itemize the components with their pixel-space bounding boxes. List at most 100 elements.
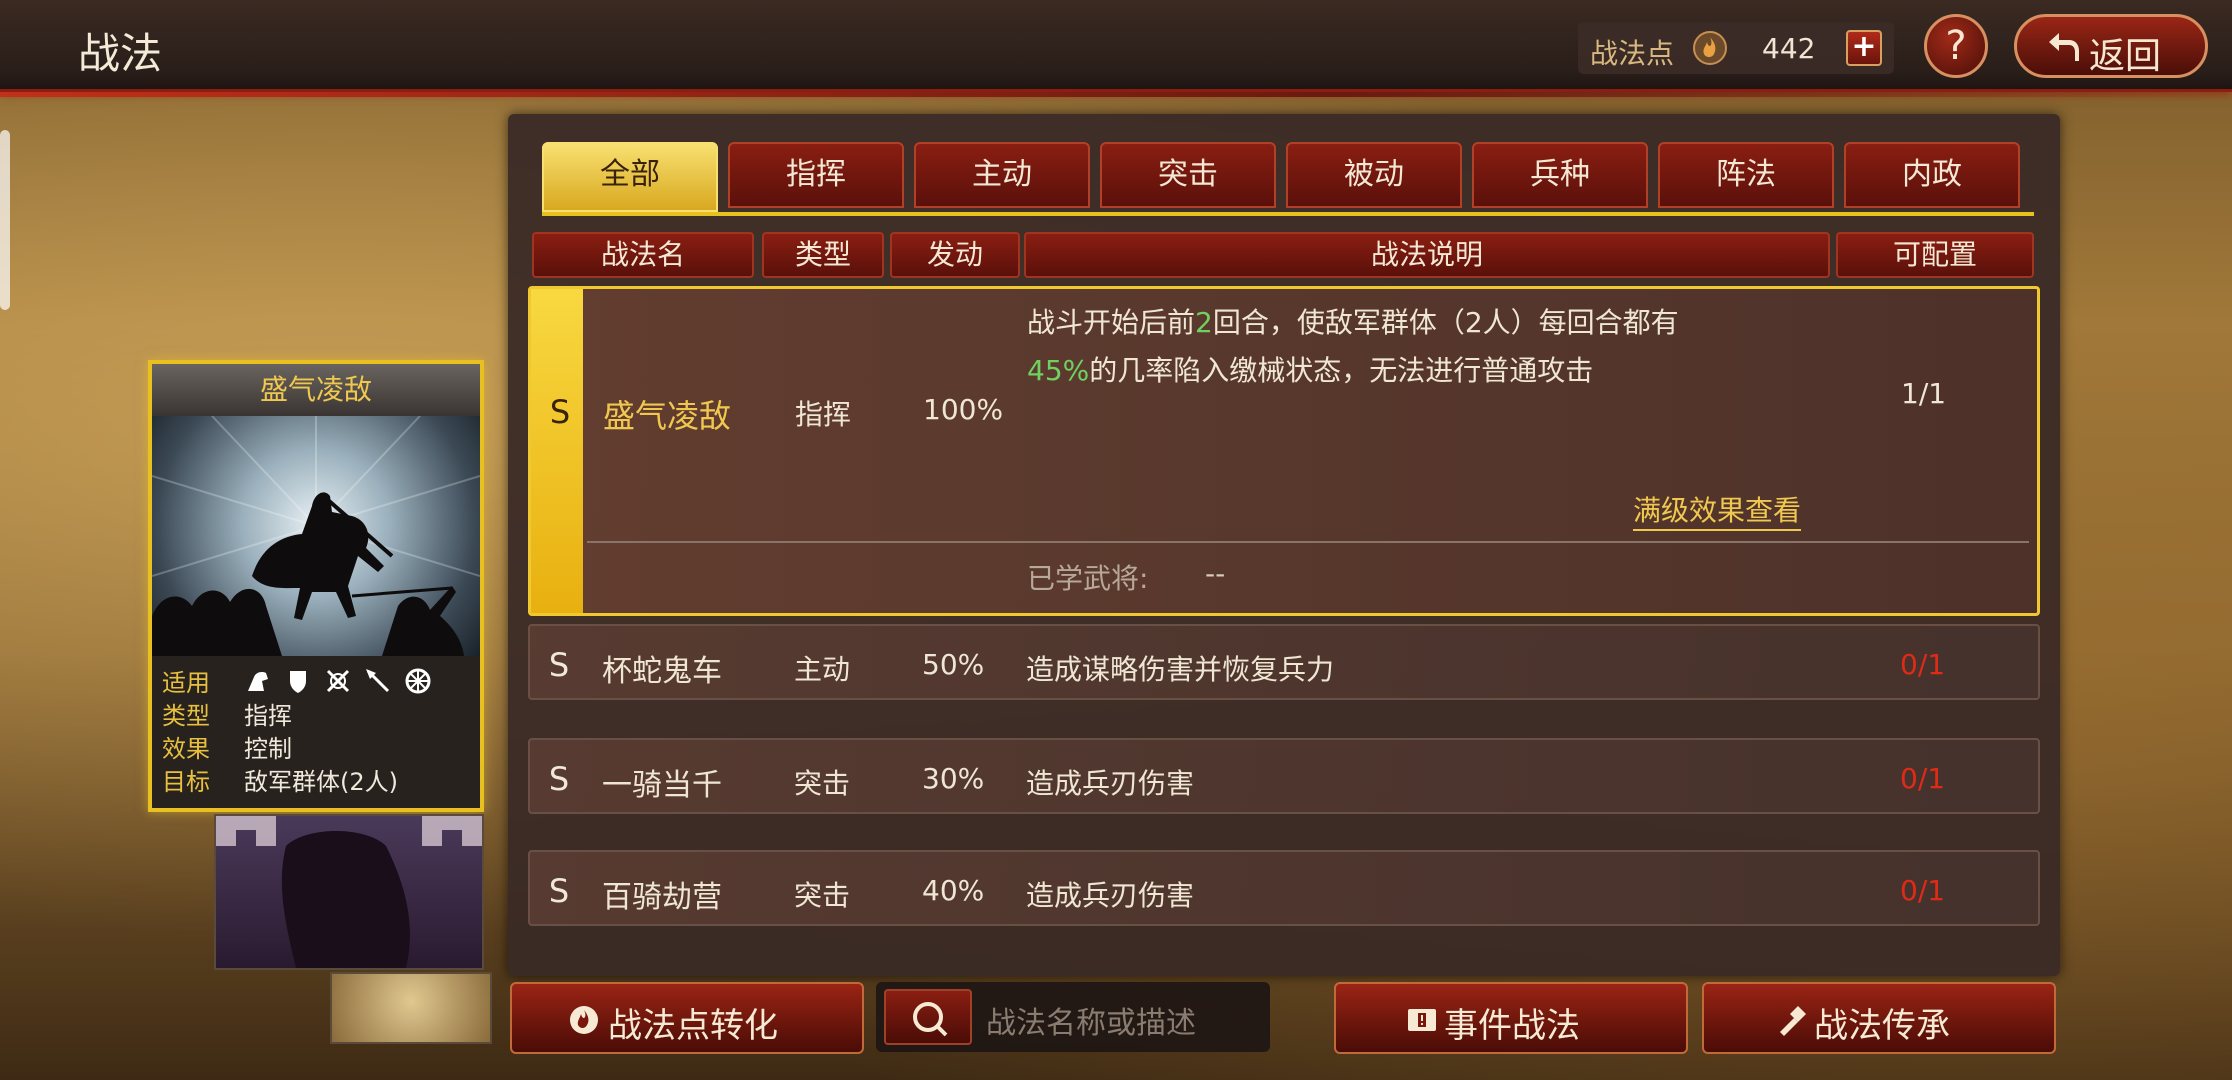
skill-points-box: 战法点 442 + [1578, 22, 1894, 74]
skill-detail-card: 盛气凌敌 适用 类型 指挥 效果 控制 目标 敌军群体(2人) [148, 360, 484, 812]
siege-icon [405, 668, 431, 693]
cavalry-charge-art [152, 416, 480, 656]
search-icon [913, 1002, 948, 1037]
tab-passive[interactable]: 被动 [1286, 142, 1462, 208]
desc-text: 战斗开始后前 [1027, 306, 1196, 339]
tab-command[interactable]: 指挥 [728, 142, 904, 208]
info-key: 类型 [162, 702, 210, 730]
learned-generals-value: -- [1205, 557, 1226, 590]
skill-rate: 50% [922, 648, 985, 681]
skill-description: 造成兵刃伤害 [1026, 879, 1195, 912]
skill-name: 一骑当千 [602, 768, 722, 803]
skill-row[interactable]: S 一骑当千 突击 30% 造成兵刃伤害 0/1 [528, 738, 2040, 814]
skill-name: 百骑劫营 [602, 880, 722, 915]
skill-grade: S [548, 646, 570, 684]
desc-text: 回合，使敌军群体（2人）每回合都有 [1212, 306, 1679, 339]
return-arrow-icon [2049, 33, 2079, 61]
top-bar: 战法 战法点 442 + ? 返回 [0, 0, 2232, 97]
add-points-button[interactable]: + [1846, 30, 1882, 66]
tab-active[interactable]: 主动 [914, 142, 1090, 208]
column-header-type[interactable]: 类型 [762, 232, 884, 278]
info-value: 控制 [244, 735, 292, 763]
info-key: 适用 [162, 669, 210, 697]
tab-formation[interactable]: 阵法 [1658, 142, 1834, 208]
info-value: 敌军群体(2人) [244, 768, 398, 796]
search-box[interactable]: 战法名称或描述 [876, 982, 1270, 1052]
archer-icon [326, 669, 350, 692]
back-label: 返回 [2089, 36, 2162, 77]
card-info-effect: 效果 控制 [162, 730, 470, 763]
category-tabs: 全部 指挥 主动 突击 被动 兵种 阵法 内政 [542, 142, 2034, 216]
desc-highlight: 45% [1027, 354, 1090, 387]
full-effect-link[interactable]: 满级效果查看 [1633, 489, 1802, 531]
skill-row[interactable]: S 杯蛇鬼车 主动 50% 造成谋略伤害并恢复兵力 0/1 [528, 624, 2040, 700]
learned-generals-label: 已学武将: [1027, 562, 1149, 595]
back-button[interactable]: 返回 [2014, 14, 2208, 78]
skill-type: 指挥 [795, 398, 852, 431]
description-line-1: 战斗开始后前2回合，使敌军群体（2人）每回合都有 [1027, 299, 1847, 347]
card-info-type: 类型 指挥 [162, 697, 470, 730]
scroll-indicator[interactable] [0, 130, 10, 310]
skill-rate: 30% [922, 762, 985, 795]
skill-inherit-label: 战法传承 [1814, 1006, 1950, 1046]
skill-type: 主动 [794, 653, 851, 686]
flame-icon [1693, 31, 1727, 65]
event-skills-button[interactable]: 事件战法 [1334, 982, 1688, 1054]
tab-troop[interactable]: 兵种 [1472, 142, 1648, 208]
skill-illustration [152, 416, 480, 656]
flame-icon [570, 1006, 598, 1034]
card-info-target: 目标 敌军群体(2人) [162, 763, 470, 796]
divider [587, 541, 2029, 543]
skill-type: 突击 [794, 767, 851, 800]
event-tag-icon [1408, 1009, 1436, 1031]
hammer-icon [1780, 1006, 1806, 1036]
info-key: 目标 [162, 768, 210, 796]
skill-type: 突击 [794, 879, 851, 912]
desc-text: 的几率陷入缴械状态，无法进行普通攻击 [1089, 354, 1594, 387]
skill-row[interactable]: S 百骑劫营 突击 40% 造成兵刃伤害 0/1 [528, 850, 2040, 926]
search-button[interactable] [884, 989, 972, 1045]
skill-rate: 40% [922, 874, 985, 907]
help-button[interactable]: ? [1924, 14, 1988, 78]
card-title: 盛气凌敌 [152, 364, 480, 416]
skill-config-count: 1/1 [1901, 377, 1947, 410]
general-portrait[interactable] [330, 972, 492, 1044]
skill-row-selected[interactable]: S 盛气凌敌 指挥 100% 战斗开始后前2回合，使敌军群体（2人）每回合都有 … [528, 286, 2040, 616]
skill-description: 战斗开始后前2回合，使敌军群体（2人）每回合都有 45%的几率陷入缴械状态，无法… [1027, 299, 1847, 395]
column-header-config[interactable]: 可配置 [1836, 232, 2034, 278]
skill-grade: S [548, 872, 570, 910]
desc-highlight: 2 [1195, 306, 1213, 339]
skill-config-count: 0/1 [1900, 648, 1946, 681]
skill-points-value: 442 [1762, 32, 1816, 65]
column-header-name[interactable]: 战法名 [532, 232, 754, 278]
tab-all[interactable]: 全部 [542, 142, 718, 212]
skill-name: 盛气凌敌 [603, 397, 732, 435]
skill-config-count: 0/1 [1900, 874, 1946, 907]
skill-rate: 100% [923, 393, 1004, 426]
shield-icon [290, 670, 306, 693]
skill-list-panel: 全部 指挥 主动 突击 被动 兵种 阵法 内政 战法名 类型 发动 战法说明 可… [508, 114, 2060, 976]
info-value: 指挥 [244, 702, 292, 730]
tab-assault[interactable]: 突击 [1100, 142, 1276, 208]
spear-icon [366, 668, 390, 692]
search-input[interactable]: 战法名称或描述 [986, 998, 1196, 1042]
event-skills-label: 事件战法 [1444, 1006, 1580, 1046]
cavalry-icon [248, 671, 268, 691]
convert-points-button[interactable]: 战法点转化 [510, 982, 864, 1054]
skill-grade: S [549, 393, 571, 431]
tab-internal[interactable]: 内政 [1844, 142, 2020, 208]
skill-description: 造成谋略伤害并恢复兵力 [1026, 653, 1335, 686]
skill-inherit-button[interactable]: 战法传承 [1702, 982, 2056, 1054]
skill-description: 造成兵刃伤害 [1026, 767, 1195, 800]
general-portrait[interactable] [214, 814, 484, 970]
card-info: 适用 类型 指挥 效果 控制 目标 敌军群体(2人) [152, 656, 480, 808]
column-header-description: 战法说明 [1024, 232, 1830, 278]
selection-bar [531, 289, 583, 613]
convert-points-label: 战法点转化 [608, 1006, 778, 1046]
skill-grade: S [548, 760, 570, 798]
silhouette-figure-art [216, 816, 482, 968]
column-header-rate[interactable]: 发动 [890, 232, 1020, 278]
skill-config-count: 0/1 [1900, 762, 1946, 795]
info-key: 效果 [162, 735, 210, 763]
card-info-applicable: 适用 [162, 664, 470, 697]
